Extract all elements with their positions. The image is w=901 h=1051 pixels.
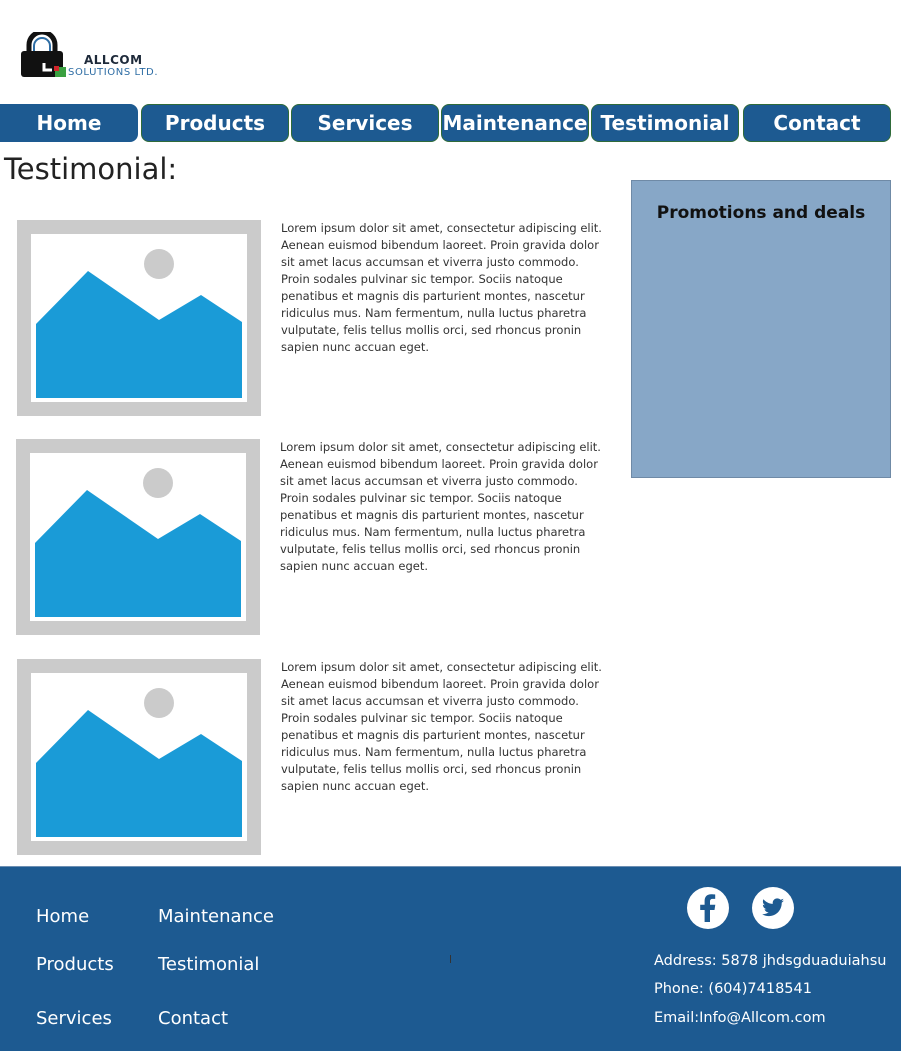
footer-link-services[interactable]: Services <box>36 1008 112 1029</box>
facebook-icon[interactable] <box>687 887 729 929</box>
footer-link-contact[interactable]: Contact <box>158 1008 228 1029</box>
testimonial-text: Lorem ipsum dolor sit amet, consectetur … <box>280 440 601 573</box>
image-placeholder-icon <box>36 249 242 398</box>
company-logo[interactable]: ALLCOM SOLUTIONS LTD. <box>18 32 168 84</box>
footer: Home Maintenance Products Testimonial Se… <box>0 866 901 1051</box>
text-cursor <box>450 955 451 963</box>
image-placeholder-icon <box>36 688 242 837</box>
testimonial-text: Lorem ipsum dolor sit amet, consectetur … <box>281 221 602 354</box>
image-placeholder-icon <box>35 468 241 617</box>
logo-name: ALLCOM <box>84 53 143 67</box>
footer-link-products[interactable]: Products <box>36 954 114 975</box>
promotions-panel: Promotions and deals <box>631 180 891 478</box>
nav-services-button[interactable]: Services <box>291 104 439 142</box>
nav-contact-button[interactable]: Contact <box>743 104 891 142</box>
promotions-title: Promotions and deals <box>656 203 866 223</box>
footer-address: Address: 5878 jhdsgduaduiahsu <box>654 953 887 969</box>
footer-link-testimonial[interactable]: Testimonial <box>158 954 259 975</box>
nav-products-button[interactable]: Products <box>141 104 289 142</box>
logo-subtitle: SOLUTIONS LTD. <box>68 67 159 78</box>
nav-home-button[interactable]: Home <box>0 104 138 142</box>
testimonial-image <box>17 220 261 416</box>
testimonial-text: Lorem ipsum dolor sit amet, consectetur … <box>281 660 602 793</box>
testimonial-image <box>16 439 260 635</box>
page-title: Testimonial: <box>4 152 178 186</box>
footer-phone: Phone: (604)7418541 <box>654 981 812 997</box>
nav-testimonial-button[interactable]: Testimonial <box>591 104 739 142</box>
nav-maintenance-button[interactable]: Maintenance <box>441 104 589 142</box>
footer-email[interactable]: Email:Info@Allcom.com <box>654 1010 826 1026</box>
testimonial-image <box>17 659 261 855</box>
footer-link-home[interactable]: Home <box>36 906 89 927</box>
footer-link-maintenance[interactable]: Maintenance <box>158 906 274 927</box>
twitter-icon[interactable] <box>752 887 794 929</box>
